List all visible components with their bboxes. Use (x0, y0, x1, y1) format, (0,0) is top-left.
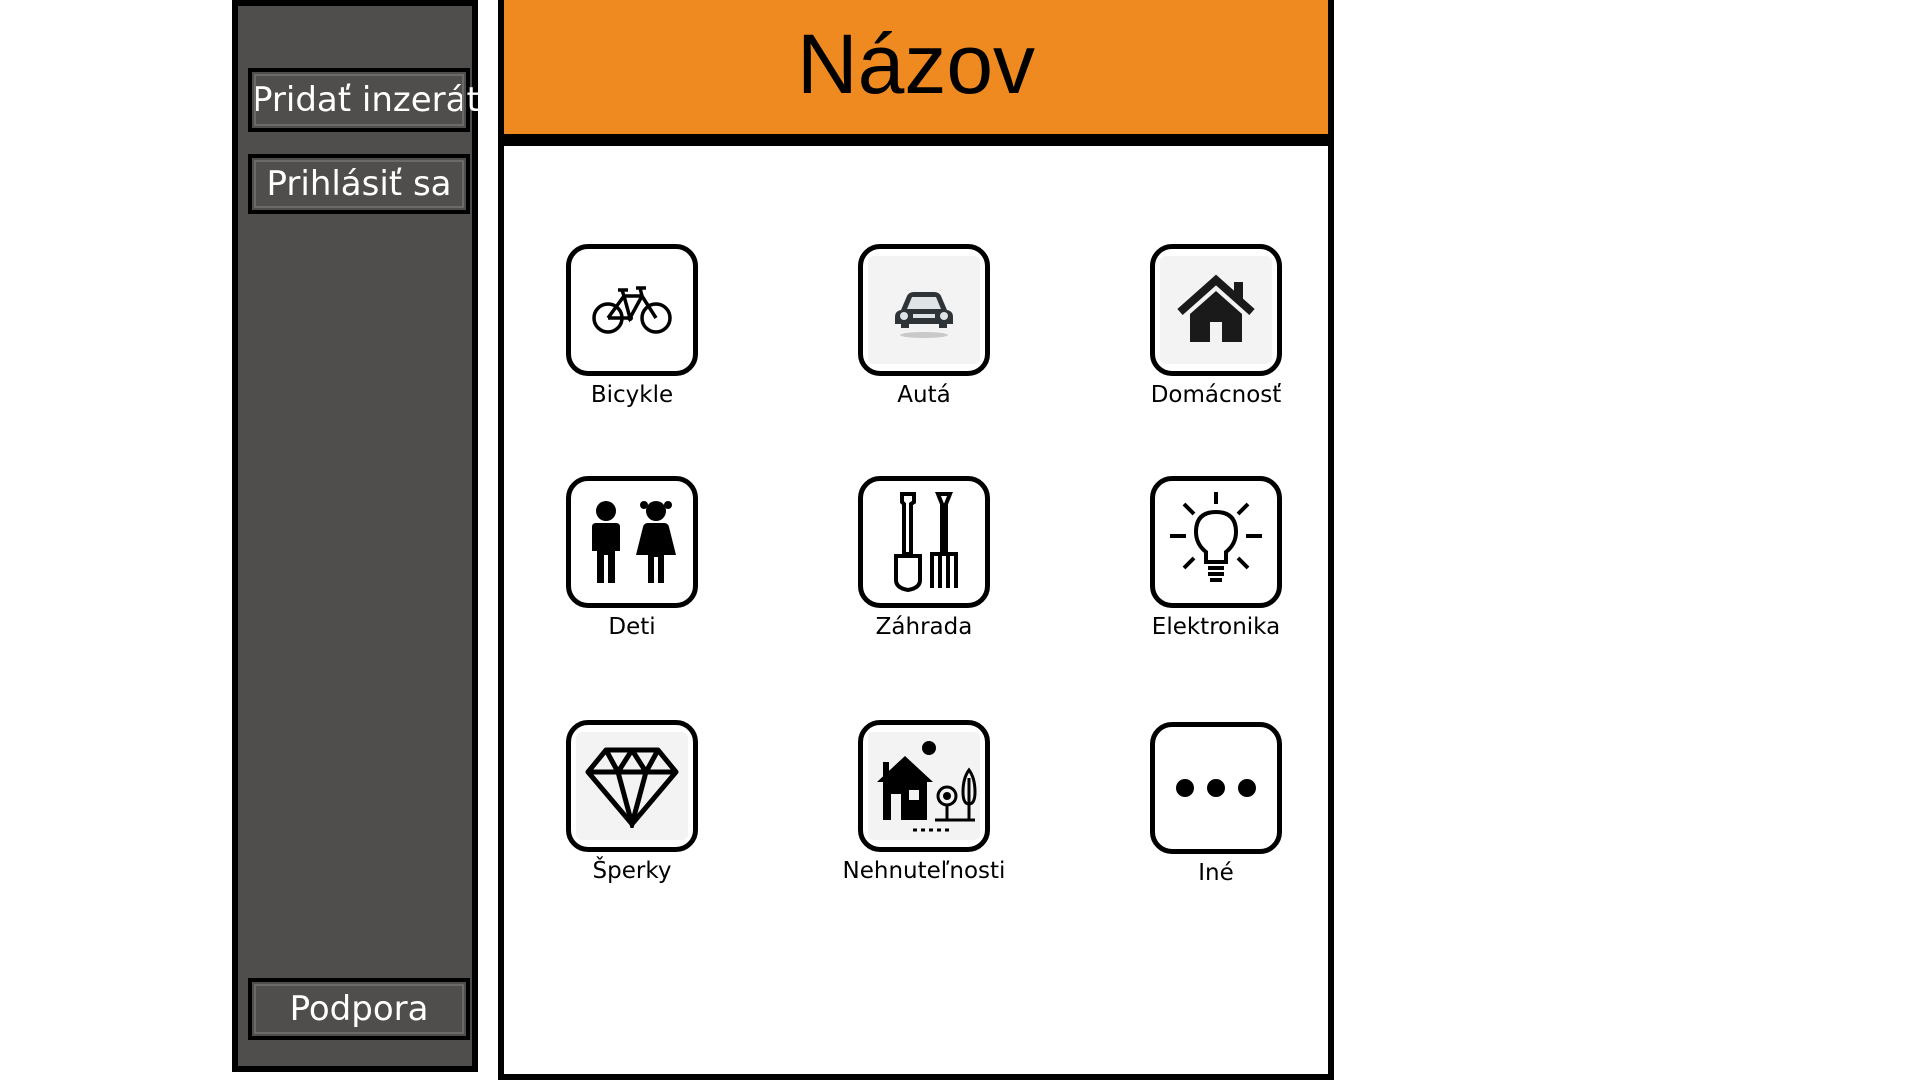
category-other[interactable]: Iné (1126, 722, 1306, 886)
category-tile[interactable] (566, 244, 698, 376)
header-bar: Názov (498, 0, 1334, 140)
category-household[interactable]: Domácnosť (1126, 244, 1306, 408)
category-electronics[interactable]: Elektronika (1126, 476, 1306, 640)
category-jewelry[interactable]: Šperky (542, 720, 722, 884)
car-icon (895, 292, 953, 338)
bicycle-icon (592, 286, 672, 334)
real-estate-icon (877, 741, 977, 832)
category-label: Domácnosť (1150, 382, 1282, 408)
category-tile[interactable] (1150, 476, 1282, 608)
category-label: Iné (1198, 860, 1234, 886)
sidebar: Pridať inzerát Prihlásiť sa Podpora (232, 0, 480, 1072)
category-garden[interactable]: Záhrada (834, 476, 1014, 640)
category-tile[interactable] (566, 476, 698, 608)
children-icon (592, 501, 676, 583)
category-label: Nehnuteľnosti (842, 858, 1006, 884)
support-button[interactable]: Podpora (248, 978, 470, 1040)
category-label: Bicykle (590, 382, 674, 408)
category-children[interactable]: Deti (542, 476, 722, 640)
category-label: Elektronika (1151, 614, 1281, 640)
app-window: Pridať inzerát Prihlásiť sa Podpora Názo… (0, 0, 1920, 1080)
category-bicycles[interactable]: Bicykle (542, 244, 722, 408)
category-label: Záhrada (875, 614, 973, 640)
category-tile[interactable] (1150, 722, 1282, 854)
category-cars[interactable]: Autá (834, 244, 1014, 408)
category-label: Deti (608, 614, 656, 640)
login-button[interactable]: Prihlásiť sa (248, 154, 470, 214)
more-dots-icon (1176, 779, 1256, 797)
category-tile[interactable] (858, 476, 990, 608)
house-icon (1177, 274, 1255, 342)
diamond-icon (585, 747, 679, 828)
category-tile[interactable] (1150, 244, 1282, 376)
category-label: Autá (897, 382, 951, 408)
lightbulb-icon (1170, 492, 1262, 582)
garden-tools-icon (894, 492, 958, 593)
category-tile[interactable] (858, 244, 990, 376)
category-tile[interactable] (566, 720, 698, 852)
add-listing-button[interactable]: Pridať inzerát (248, 68, 480, 132)
category-panel: Bicykle Autá Domácnosť Deti Záhrada Elek… (498, 140, 1334, 1080)
page-title: Názov (796, 17, 1036, 111)
category-tile[interactable] (858, 720, 990, 852)
category-label: Šperky (592, 858, 672, 884)
category-real-estate[interactable]: Nehnuteľnosti (834, 720, 1014, 884)
